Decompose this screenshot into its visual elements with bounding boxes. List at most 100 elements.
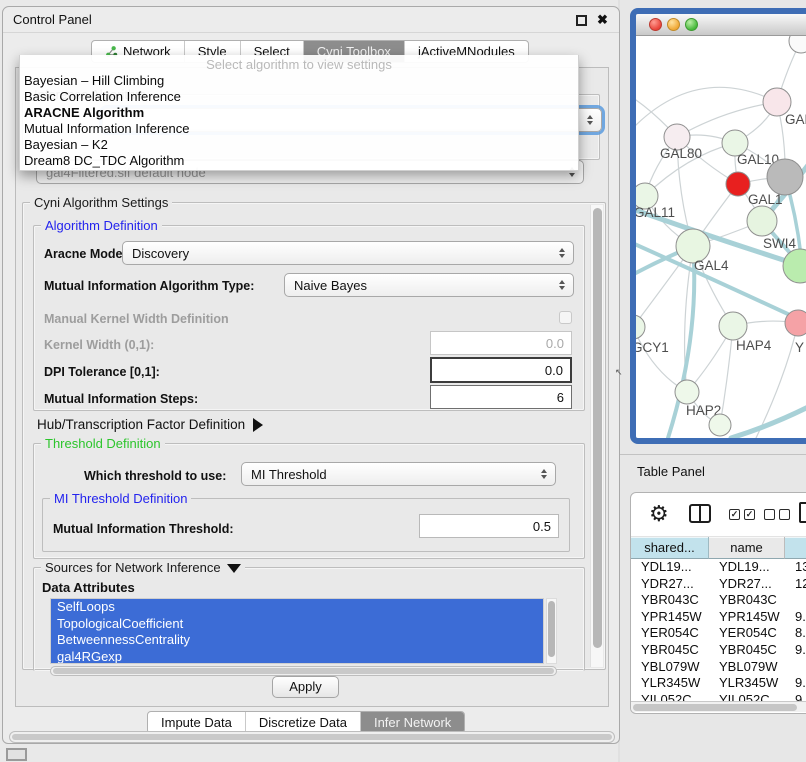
- table-cell: YDR27...: [719, 576, 785, 591]
- network-view-window[interactable]: GALGAL80GAL10GAL1GAL11SWI4GAL4GCY1HAP4YH…: [630, 8, 806, 444]
- network-node-gcy1[interactable]: [636, 315, 645, 339]
- data-attribute-item[interactable]: TopologicalCoefficient: [51, 616, 543, 633]
- mi-threshold-field[interactable]: 0.5: [419, 514, 559, 538]
- node-label: Y: [795, 340, 804, 355]
- algorithm-option[interactable]: Basic Correlation Inference: [20, 89, 578, 105]
- attributes-hscrollbar-thumb[interactable]: [53, 668, 554, 674]
- table-row[interactable]: YBL079WYBL079W: [631, 659, 806, 676]
- control-panel-window: Control Panel ✖ NetworkStyleSelectCyni T…: [2, 6, 620, 744]
- node-label: GAL: [785, 112, 806, 127]
- table-row[interactable]: YBR045CYBR045C9.: [631, 642, 806, 659]
- apply-button[interactable]: Apply: [272, 676, 339, 698]
- settings-scrollbar-track[interactable]: [590, 205, 603, 667]
- attributes-scrollbar-thumb[interactable]: [548, 601, 555, 657]
- close-panel-icon[interactable]: ✖: [596, 13, 609, 26]
- tab-infer-network[interactable]: Infer Network: [361, 712, 464, 733]
- attributes-scrollbar-track[interactable]: [546, 598, 557, 664]
- tab-label: Impute Data: [161, 715, 232, 730]
- data-attributes-label: Data Attributes: [42, 580, 135, 595]
- node-label: GAL1: [748, 192, 783, 207]
- unchecked-checkbox-icon[interactable]: [779, 509, 790, 520]
- hub-definition-expander[interactable]: Hub/Transcription Factor Definition: [37, 417, 263, 432]
- column-header-name[interactable]: name: [709, 537, 785, 559]
- network-node-hap4[interactable]: [719, 312, 747, 340]
- table-row[interactable]: YLR345WYLR345W9.: [631, 675, 806, 692]
- algorithm-option[interactable]: Dream8 DC_TDC Algorithm: [20, 153, 578, 169]
- tab-label: Infer Network: [374, 715, 451, 730]
- table-row[interactable]: YBR043CYBR043C: [631, 592, 806, 609]
- float-window-icon[interactable]: [576, 15, 587, 26]
- mi-type-combobox[interactable]: Naive Bayes: [284, 273, 574, 297]
- table-cell: 9.: [795, 609, 806, 624]
- algorithm-option[interactable]: ARACNE Algorithm: [20, 105, 578, 121]
- table-cell: YDR27...: [641, 576, 709, 591]
- table-row[interactable]: YDL19...YDL19...13: [631, 559, 806, 576]
- network-edge-highlighted: [636, 242, 806, 328]
- table-hscrollbar-track[interactable]: [631, 701, 806, 712]
- table-row[interactable]: YPR145WYPR145W9.: [631, 609, 806, 626]
- attributes-hscrollbar-track[interactable]: [50, 666, 557, 676]
- data-attributes-list[interactable]: SelfLoopsTopologicalCoefficientBetweenne…: [50, 598, 544, 664]
- column-header-shared-name[interactable]: shared...: [631, 537, 709, 559]
- network-node[interactable]: [789, 36, 806, 53]
- unchecked-checkbox-icon[interactable]: [764, 509, 775, 520]
- combo-arrows-icon: [541, 469, 547, 479]
- manual-kernel-checkbox[interactable]: [559, 311, 572, 324]
- data-attribute-item[interactable]: gal4RGexp: [51, 649, 543, 665]
- expander-arrow-icon: [253, 418, 263, 432]
- algorithm-definition-group: Algorithm Definition Aracne Mode: Discov…: [33, 225, 585, 411]
- collapsed-panel-button[interactable]: [6, 748, 27, 761]
- sources-title-text: Sources for Network Inference: [45, 560, 221, 575]
- combo-arrows-icon: [559, 280, 565, 290]
- mi-steps-label: Mutual Information Steps:: [44, 392, 198, 406]
- kernel-width-field[interactable]: 0.0: [430, 331, 572, 355]
- dpi-tolerance-field[interactable]: 0.0: [430, 357, 572, 383]
- table-hscrollbar-thumb[interactable]: [633, 704, 797, 711]
- network-node-y[interactable]: [785, 310, 806, 336]
- columns-icon[interactable]: [689, 504, 711, 523]
- mac-zoom-button[interactable]: [685, 18, 698, 31]
- tab-label: Discretize Data: [259, 715, 347, 730]
- algorithm-option[interactable]: Bayesian – K2: [20, 137, 578, 153]
- hub-definition-label: Hub/Transcription Factor Definition: [37, 417, 245, 432]
- settings-scrollbar-thumb[interactable]: [593, 208, 602, 648]
- mi-threshold-group-title: MI Threshold Definition: [50, 491, 191, 506]
- tab-discretize-data[interactable]: Discretize Data: [246, 712, 361, 733]
- which-threshold-combobox[interactable]: MI Threshold: [241, 462, 556, 486]
- network-canvas[interactable]: GALGAL80GAL10GAL1GAL11SWI4GAL4GCY1HAP4YH…: [636, 36, 806, 438]
- cyni-settings-group-title: Cyni Algorithm Settings: [30, 195, 172, 210]
- table-row[interactable]: YER054CYER054C8.: [631, 625, 806, 642]
- network-node-swi4[interactable]: [747, 206, 777, 236]
- network-node[interactable]: [767, 159, 803, 195]
- column-header-partial[interactable]: [785, 537, 806, 559]
- mac-minimize-button[interactable]: [667, 18, 680, 31]
- table-cell: 9.: [795, 675, 806, 690]
- algorithm-option[interactable]: Mutual Information Inference: [20, 121, 578, 137]
- panel-hscrollbar-track[interactable]: [9, 731, 615, 743]
- data-attribute-item[interactable]: SelfLoops: [51, 599, 543, 616]
- network-node-hap2[interactable]: [675, 380, 699, 404]
- network-node-gal1[interactable]: [726, 172, 750, 196]
- mi-threshold-group: MI Threshold Definition Mutual Informati…: [42, 498, 570, 552]
- mac-close-button[interactable]: [649, 18, 662, 31]
- table-cell: YER054C: [641, 625, 709, 640]
- data-attribute-item[interactable]: BetweennessCentrality: [51, 632, 543, 649]
- collapse-arrow-icon[interactable]: [227, 564, 241, 573]
- table-cell: 9.: [795, 642, 806, 657]
- checked-checkbox-icon[interactable]: ✓: [729, 509, 740, 520]
- aracne-mode-combobox[interactable]: Discovery: [122, 241, 574, 265]
- network-node[interactable]: [709, 414, 731, 436]
- gear-icon[interactable]: ⚙: [649, 501, 669, 527]
- network-node[interactable]: [783, 249, 806, 283]
- tab-impute-data[interactable]: Impute Data: [148, 712, 246, 733]
- mi-steps-field[interactable]: 6: [430, 385, 572, 409]
- table-cell: YBR045C: [641, 642, 709, 657]
- algorithm-option[interactable]: Bayesian – Hill Climbing: [20, 73, 578, 89]
- resize-cursor-mark: ↖: [615, 369, 622, 376]
- table-row[interactable]: YDR27...YDR27...12: [631, 576, 806, 593]
- document-icon[interactable]: [799, 502, 806, 523]
- table-panel-title: Table Panel: [637, 464, 705, 479]
- mi-type-label: Mutual Information Algorithm Type:: [44, 279, 254, 293]
- checked-checkbox-icon[interactable]: ✓: [744, 509, 755, 520]
- panel-hscrollbar-thumb[interactable]: [12, 734, 612, 740]
